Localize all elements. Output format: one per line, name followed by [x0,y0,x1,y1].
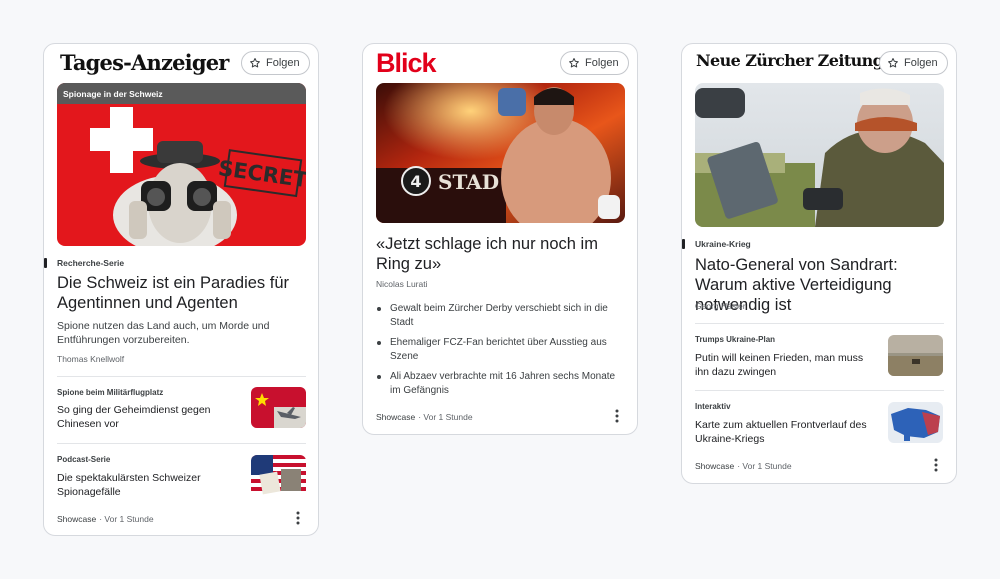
related-kicker: Trumps Ukraine-Plan [695,335,776,344]
blick-logo[interactable]: Blick [376,48,437,79]
image-caption: Spionage in der Schweiz [57,83,306,104]
more-options-icon[interactable] [610,408,624,424]
general-with-binoculars-photo [695,83,944,227]
related-kicker: Interaktiv [695,402,731,411]
divider [695,390,944,391]
ukraine-map-thumbnail[interactable] [888,402,943,443]
related-title[interactable]: Putin will keinen Frieden, man muss ihn … [695,351,875,379]
hero-image[interactable] [695,83,944,227]
more-options-icon[interactable] [291,510,305,526]
related-kicker: Spione beim Militärflugplatz [57,388,164,397]
headline[interactable]: Die Schweiz ist ein Paradies für Agentin… [57,273,305,313]
bullet-item[interactable]: Gewalt beim Zürcher Derby verschiebt sic… [376,302,621,330]
nzz-logo[interactable]: Neue Zürcher Zeitung [696,51,884,71]
related-title[interactable]: So ging der Geheimdienst gegen Chinesen … [57,403,227,431]
bullet-item[interactable]: Ehemaliger FCZ-Fan berichtet über Aussti… [376,336,621,364]
related-kicker: Podcast-Serie [57,455,111,464]
kicker: Recherche-Serie [57,258,125,268]
boxer-fans-photo: 4 STAD [376,83,625,223]
card-tages-anzeiger[interactable]: Tages-Anzeiger Folgen SECRET Spionage in… [43,43,319,536]
author: Nicolas Lurati [376,279,428,289]
author: Georg Häsler [695,301,746,311]
card-nzz[interactable]: Neue Zürcher Zeitung Folgen Ukraine-Krie… [681,43,957,484]
usa-flag-collage-thumbnail[interactable] [251,455,306,496]
star-icon [888,58,898,68]
svg-text:STAD: STAD [438,170,499,194]
author: Thomas Knellwolf [57,354,125,364]
headline[interactable]: «Jetzt schlage ich nur noch im Ring zu» [376,234,616,274]
field-landscape-thumbnail[interactable] [888,335,943,376]
divider [57,376,306,377]
divider [57,443,306,444]
hero-image[interactable]: SECRET Spionage in der Schweiz [57,83,306,246]
divider [695,323,944,324]
hero-image[interactable]: 4 STAD [376,83,625,223]
card-footer: Showcase · Vor 1 Stunde [57,514,154,524]
tages-anzeiger-logo[interactable]: Tages-Anzeiger [60,50,229,75]
section-marker [682,239,685,249]
card-blick[interactable]: Blick Folgen 4 STAD «Jetzt schlage ich n… [362,43,638,435]
article-description: Spione nutzen das Land auch, um Morde un… [57,320,270,346]
follow-button[interactable]: Folgen [879,51,948,75]
star-icon [250,58,260,68]
follow-button[interactable]: Folgen [560,51,629,75]
svg-text:4: 4 [410,172,421,191]
more-options-icon[interactable] [929,457,943,473]
follow-button[interactable]: Folgen [241,51,310,75]
section-marker [44,258,47,268]
bullet-list: Gewalt beim Zürcher Derby verschiebt sic… [376,302,621,404]
kicker: Ukraine-Krieg [695,239,751,249]
china-flag-jet-thumbnail[interactable] [251,387,306,428]
bullet-item[interactable]: Ali Abzaev verbrachte mit 16 Jahren sech… [376,370,621,398]
card-footer: Showcase · Vor 1 Stunde [695,461,792,471]
card-footer: Showcase · Vor 1 Stunde [376,412,473,422]
related-title[interactable]: Karte zum aktuellen Frontverlauf des Ukr… [695,418,875,446]
star-icon [569,58,579,68]
swiss-spy-illustration: SECRET [57,83,306,246]
related-title[interactable]: Die spektakulärsten Schweizer Spionagefä… [57,471,227,499]
